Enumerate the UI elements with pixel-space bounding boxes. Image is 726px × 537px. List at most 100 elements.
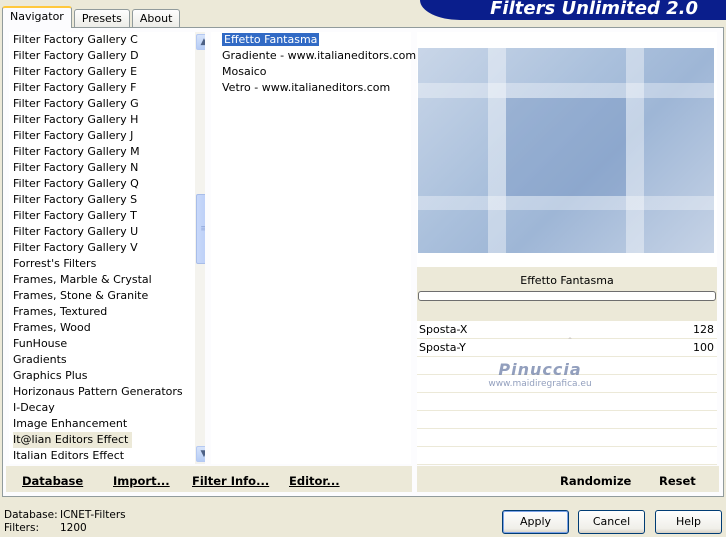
category-list[interactable]: Filter Factory Gallery C Filter Factory G… (9, 32, 205, 464)
category-label: Filter Factory Gallery E (13, 65, 138, 78)
category-item[interactable]: Filter Factory Gallery D (9, 48, 205, 64)
category-label: Filter Factory Gallery N (13, 161, 139, 174)
scroll-up-button[interactable]: ▲ (196, 34, 205, 50)
param-row-empty (417, 411, 717, 429)
category-label: Filter Factory Gallery S (13, 193, 138, 206)
banner-title: Filters Unlimited 2.0 (490, 0, 698, 19)
right-toolbar: Randomize Reset (417, 466, 719, 492)
category-item[interactable]: Horizonaus Pattern Generators (9, 384, 205, 400)
category-label: Graphics Plus (13, 369, 88, 382)
category-item[interactable]: Filter Factory Gallery Q (9, 176, 205, 192)
category-item[interactable]: Filter Factory Gallery S (9, 192, 205, 208)
category-item[interactable]: I-Decay (9, 400, 205, 416)
randomize-button[interactable]: Randomize (560, 474, 631, 488)
category-item[interactable]: Gradients (9, 352, 205, 368)
filter-item[interactable]: Mosaico (211, 64, 411, 80)
reset-button[interactable]: Reset (659, 474, 696, 488)
category-scrollbar[interactable]: ▲ ≡ ▼ (195, 32, 205, 464)
category-label: Filter Factory Gallery H (13, 113, 139, 126)
filter-items: Effetto Fantasma Gradiente - www.italiane… (211, 32, 416, 96)
category-item[interactable]: Frames, Wood (9, 320, 205, 336)
parameter-list: Sposta-X 128 Sposta-Y 100 (417, 321, 717, 465)
category-label: Frames, Marble & Crystal (13, 273, 152, 286)
category-label: Frames, Textured (13, 305, 108, 318)
category-item[interactable]: Image Enhancement (9, 416, 205, 432)
category-label: Horizonaus Pattern Generators (13, 385, 183, 398)
param-name: Sposta-Y (419, 341, 466, 354)
category-item[interactable]: Filter Factory Gallery G (9, 96, 205, 112)
category-item[interactable]: FunHouse (9, 336, 205, 352)
tab-navigator[interactable]: Navigator (2, 6, 72, 28)
filter-label: Mosaico (222, 65, 267, 78)
category-label: I-Decay (13, 401, 55, 414)
category-label: Filter Factory Gallery U (13, 225, 139, 238)
param-row-empty (417, 429, 717, 447)
category-label: Frames, Wood (13, 321, 91, 334)
status-info: Database: ICNET-Filters Filters: 1200 (4, 509, 126, 535)
preview-filter-title: Effetto Fantasma (520, 274, 614, 287)
param-row-sposta-x[interactable]: Sposta-X 128 (417, 321, 717, 342)
help-button[interactable]: Help (655, 510, 722, 534)
database-button[interactable]: Database (22, 474, 83, 488)
category-label: It@lian Editors Effect (13, 432, 133, 448)
category-label: Filter Factory Gallery V (13, 241, 138, 254)
filter-label: Effetto Fantasma (222, 33, 320, 46)
app-banner: Filters Unlimited 2.0 (420, 0, 726, 20)
param-row-empty (417, 393, 717, 411)
category-item[interactable]: Frames, Marble & Crystal (9, 272, 205, 288)
category-label: Filter Factory Gallery T (13, 209, 137, 222)
preview-image (418, 48, 714, 253)
category-item[interactable]: Filter Factory Gallery J (9, 128, 205, 144)
category-item[interactable]: Filter Factory Gallery E (9, 64, 205, 80)
category-label: Image Enhancement (13, 417, 128, 430)
filter-label: Vetro - www.italianeditors.com (222, 81, 391, 94)
tab-about[interactable]: About (131, 9, 181, 28)
category-label: Filter Factory Gallery Q (13, 177, 139, 190)
category-label: Filter Factory Gallery M (13, 145, 140, 158)
progress-bar (418, 291, 716, 301)
category-label: Italian Editors Effect (13, 449, 125, 462)
database-value: ICNET-Filters (60, 509, 126, 521)
filter-item[interactable]: Vetro - www.italianeditors.com (211, 80, 411, 96)
import-button[interactable]: Import... (113, 474, 170, 488)
category-item[interactable]: Filter Factory Gallery M (9, 144, 205, 160)
editor-button[interactable]: Editor... (289, 474, 340, 488)
category-item[interactable]: Frames, Stone & Granite (9, 288, 205, 304)
category-label: Filter Factory Gallery J (13, 129, 134, 142)
param-value: 128 (693, 323, 714, 336)
scroll-down-button[interactable]: ▼ (196, 446, 205, 462)
filter-item[interactable]: Effetto Fantasma (211, 32, 411, 48)
param-name: Sposta-X (419, 323, 468, 336)
tab-presets[interactable]: Presets (73, 9, 130, 28)
scroll-thumb[interactable]: ≡ (196, 194, 205, 264)
category-item[interactable]: Filter Factory Gallery T (9, 208, 205, 224)
category-item[interactable]: Filter Factory Gallery C (9, 32, 205, 48)
category-label: Filter Factory Gallery G (13, 97, 139, 110)
category-item[interactable]: Filter Factory Gallery N (9, 160, 205, 176)
category-item[interactable]: Filter Factory Gallery H (9, 112, 205, 128)
category-item[interactable]: Forrest's Filters (9, 256, 205, 272)
category-item[interactable]: Filter Factory Gallery V (9, 240, 205, 256)
category-item[interactable]: Graphics Plus (9, 368, 205, 384)
filters-value: 1200 (60, 522, 87, 534)
category-label: FunHouse (13, 337, 68, 350)
category-item[interactable]: Frames, Textured (9, 304, 205, 320)
preview-box (417, 32, 717, 267)
preview-panel: Effetto Fantasma Sposta-X 128 Sposta-Y 1… (417, 32, 717, 465)
filter-list[interactable]: Effetto Fantasma Gradiente - www.italiane… (211, 32, 416, 464)
category-label: Gradients (13, 353, 67, 366)
filter-item[interactable]: Gradiente - www.italianeditors.com (211, 48, 416, 64)
category-label: Filter Factory Gallery D (13, 49, 139, 62)
apply-button[interactable]: Apply (502, 510, 569, 534)
cancel-button[interactable]: Cancel (578, 510, 645, 534)
filters-label: Filters: (4, 522, 40, 534)
category-item[interactable]: Filter Factory Gallery U (9, 224, 205, 240)
category-item[interactable]: Italian Editors Effect (9, 448, 205, 464)
filter-label: Gradiente - www.italianeditors.com (222, 49, 417, 62)
category-item[interactable]: It@lian Editors Effect (9, 432, 205, 448)
param-row-sposta-y[interactable]: Sposta-Y 100 (417, 339, 717, 357)
category-item[interactable]: Filter Factory Gallery F (9, 80, 205, 96)
category-label: Filter Factory Gallery C (13, 33, 138, 46)
category-label: Frames, Stone & Granite (13, 289, 149, 302)
filter-info-button[interactable]: Filter Info... (192, 474, 269, 488)
